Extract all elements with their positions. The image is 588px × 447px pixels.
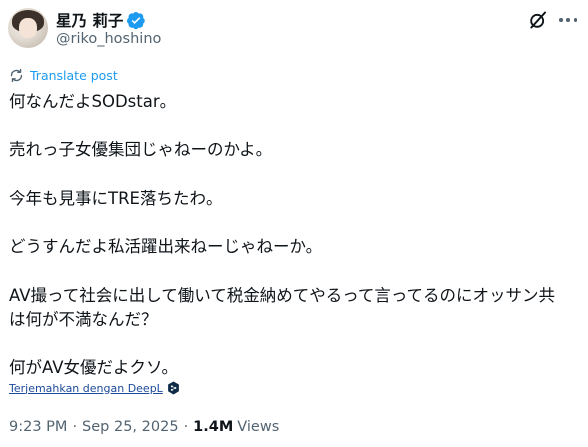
tweet-date[interactable]: Sep 25, 2025 xyxy=(82,419,179,435)
more-options-icon[interactable] xyxy=(556,12,580,28)
more-dot xyxy=(566,18,570,22)
tweet-time[interactable]: 9:23 PM xyxy=(9,419,67,435)
meta-separator: · xyxy=(72,419,78,435)
deepl-icon xyxy=(167,381,179,395)
avatar[interactable] xyxy=(8,8,48,48)
deepl-translate-link[interactable]: Terjemahkan dengan DeepL xyxy=(9,379,180,397)
tweet-line: 何がAV女優だよクソ。 xyxy=(9,358,179,378)
tweet-header: 星乃 莉子 @riko_hoshino xyxy=(0,0,588,56)
tweet-line: どうすんだよ私活躍出来ねーじゃねーか。 xyxy=(9,237,323,257)
views-label: Views xyxy=(237,419,280,435)
verified-badge-icon xyxy=(127,11,146,29)
tweet-line-gap xyxy=(9,114,581,138)
avatar-face xyxy=(19,18,37,38)
tweet-line-gap xyxy=(9,332,581,356)
more-dot xyxy=(559,18,563,22)
views-count[interactable]: 1.4M xyxy=(193,419,233,435)
tweet-line: は何が不満なんだ？ xyxy=(9,309,158,329)
tweet-line-gap xyxy=(9,163,581,187)
grok-icon[interactable] xyxy=(528,10,548,30)
tweet-line: 売れっ子女優集団じゃねーのかよ。 xyxy=(9,140,273,160)
author-name-row: 星乃 莉子 xyxy=(56,9,146,31)
tweet-text: 何なんだよSODstar。 売れっ子女優集団じゃねーのかよ。 今年も見事にTRE… xyxy=(9,90,581,380)
tweet-line: 何なんだよSODstar。 xyxy=(9,92,177,111)
tweet-line: 今年も見事にTRE落ちたわ。 xyxy=(9,188,223,208)
tweet-line: AV撮って社会に出して働いて税金納めてやるって言ってるのにオッサン共 xyxy=(9,285,556,305)
more-dot xyxy=(573,18,577,22)
translate-icon xyxy=(10,68,23,82)
deepl-label: Terjemahkan dengan DeepL xyxy=(9,381,163,395)
translate-post-label: Translate post xyxy=(30,67,118,83)
author-handle[interactable]: @riko_hoshino xyxy=(56,31,161,47)
translate-post-link[interactable]: Translate post xyxy=(9,66,118,84)
tweet-line-gap xyxy=(9,211,581,235)
author-display-name[interactable]: 星乃 莉子 xyxy=(56,9,123,31)
meta-separator: · xyxy=(183,419,189,435)
tweet-line-gap xyxy=(9,259,581,283)
tweet-meta: 9:23 PM · Sep 25, 2025 · 1.4M Views xyxy=(9,416,279,438)
